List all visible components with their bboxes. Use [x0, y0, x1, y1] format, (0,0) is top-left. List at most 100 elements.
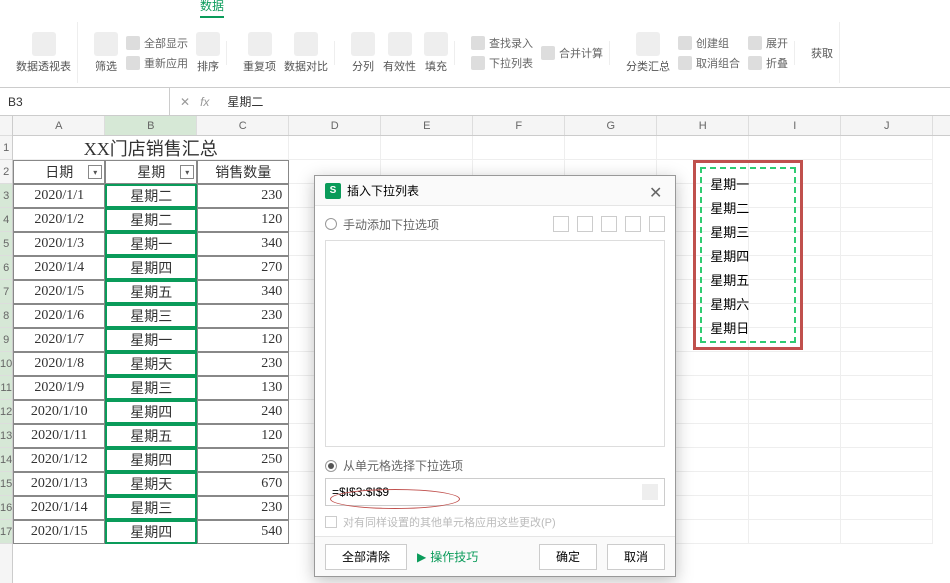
- subtotal-button[interactable]: 分类汇总: [626, 32, 670, 74]
- row-header[interactable]: 4: [0, 208, 12, 232]
- col-header[interactable]: J: [841, 116, 933, 135]
- clear-all-button[interactable]: 全部清除: [325, 544, 407, 570]
- row-header[interactable]: 12: [0, 400, 12, 424]
- source-item[interactable]: 星期六: [704, 291, 792, 315]
- source-item[interactable]: 星期日: [704, 315, 792, 339]
- cancel-icon[interactable]: ✕: [180, 95, 190, 109]
- ribbon-tab-data[interactable]: 数据: [200, 0, 224, 18]
- cell[interactable]: 120: [197, 424, 289, 448]
- cell[interactable]: 星期五: [105, 424, 197, 448]
- row-header[interactable]: 9: [0, 328, 12, 352]
- cell[interactable]: 120: [197, 208, 289, 232]
- cell[interactable]: 星期三: [105, 304, 197, 328]
- cell[interactable]: 2020/1/8: [13, 352, 105, 376]
- col-header[interactable]: B: [105, 116, 197, 135]
- row-header[interactable]: 16: [0, 496, 12, 520]
- validation-button[interactable]: 有效性: [383, 32, 416, 74]
- cell[interactable]: 2020/1/10: [13, 400, 105, 424]
- name-box[interactable]: B3: [0, 88, 170, 115]
- cell[interactable]: 120: [197, 328, 289, 352]
- close-icon[interactable]: ✕: [649, 183, 665, 199]
- cancel-button[interactable]: 取消: [607, 544, 665, 570]
- cell[interactable]: 星期天: [105, 352, 197, 376]
- cell[interactable]: 230: [197, 496, 289, 520]
- cell[interactable]: 240: [197, 400, 289, 424]
- remove-option-icon[interactable]: [577, 216, 593, 232]
- cell[interactable]: 星期四: [105, 256, 197, 280]
- cell[interactable]: 星期四: [105, 400, 197, 424]
- radio-from-range[interactable]: 从单元格选择下拉选项: [325, 457, 665, 474]
- row-header[interactable]: 5: [0, 232, 12, 256]
- ok-button[interactable]: 确定: [539, 544, 597, 570]
- cell[interactable]: 2020/1/5: [13, 280, 105, 304]
- col-header[interactable]: A: [13, 116, 105, 135]
- tips-link[interactable]: ▶操作技巧: [417, 548, 478, 565]
- row-header[interactable]: 11: [0, 376, 12, 400]
- dropdown-button[interactable]: 下拉列表: [471, 55, 533, 71]
- cell[interactable]: 540: [197, 520, 289, 544]
- row-header[interactable]: 7: [0, 280, 12, 304]
- dedup-button[interactable]: 重复项: [243, 32, 276, 74]
- col-header-date[interactable]: 日期▾: [13, 160, 105, 184]
- row-header[interactable]: 6: [0, 256, 12, 280]
- cell[interactable]: 2020/1/2: [13, 208, 105, 232]
- col-header-qty[interactable]: 销售数量: [197, 160, 289, 184]
- edit-option-icon[interactable]: [649, 216, 665, 232]
- compare-button[interactable]: 数据对比: [284, 32, 328, 74]
- cell[interactable]: 340: [197, 232, 289, 256]
- move-down-icon[interactable]: [601, 216, 617, 232]
- consolidate-button[interactable]: 合并计算: [541, 45, 603, 61]
- group-button[interactable]: 创建组: [678, 35, 740, 51]
- col-header[interactable]: G: [565, 116, 657, 135]
- lookup-button[interactable]: 查找录入: [471, 35, 533, 51]
- cell[interactable]: 230: [197, 184, 289, 208]
- cell[interactable]: 2020/1/11: [13, 424, 105, 448]
- cell[interactable]: 230: [197, 304, 289, 328]
- cell[interactable]: 2020/1/6: [13, 304, 105, 328]
- show-all-button[interactable]: 全部显示: [126, 35, 188, 51]
- source-item[interactable]: 星期三: [704, 219, 792, 243]
- source-item[interactable]: 星期四: [704, 243, 792, 267]
- filter-toggle-icon[interactable]: ▾: [88, 165, 102, 179]
- cell[interactable]: 2020/1/14: [13, 496, 105, 520]
- collapse-button[interactable]: 折叠: [748, 55, 788, 71]
- cell[interactable]: 星期二: [105, 208, 197, 232]
- col-header[interactable]: F: [473, 116, 565, 135]
- cell[interactable]: 星期五: [105, 280, 197, 304]
- cell[interactable]: 星期三: [105, 376, 197, 400]
- row-header[interactable]: 15: [0, 472, 12, 496]
- cell[interactable]: 270: [197, 256, 289, 280]
- cell[interactable]: 250: [197, 448, 289, 472]
- cell[interactable]: 2020/1/3: [13, 232, 105, 256]
- cell[interactable]: 2020/1/7: [13, 328, 105, 352]
- cell[interactable]: 130: [197, 376, 289, 400]
- col-header[interactable]: K: [933, 116, 950, 135]
- cell[interactable]: 2020/1/9: [13, 376, 105, 400]
- add-option-icon[interactable]: [553, 216, 569, 232]
- pivot-button[interactable]: 数据透视表: [16, 32, 71, 74]
- cell[interactable]: 340: [197, 280, 289, 304]
- fx-icon[interactable]: fx: [200, 95, 209, 109]
- col-header[interactable]: I: [749, 116, 841, 135]
- split-button[interactable]: 分列: [351, 32, 375, 74]
- col-header[interactable]: C: [197, 116, 289, 135]
- formula-input[interactable]: 星期二: [219, 93, 950, 110]
- row-header[interactable]: 8: [0, 304, 12, 328]
- cell[interactable]: 2020/1/15: [13, 520, 105, 544]
- source-item[interactable]: 星期五: [704, 267, 792, 291]
- cell[interactable]: 星期一: [105, 232, 197, 256]
- range-picker-icon[interactable]: [642, 484, 658, 500]
- import-button[interactable]: 获取: [811, 45, 833, 61]
- move-up-icon[interactable]: [625, 216, 641, 232]
- row-header[interactable]: 3: [0, 184, 12, 208]
- fill-button[interactable]: 填充: [424, 32, 448, 74]
- expand-button[interactable]: 展开: [748, 35, 788, 51]
- row-header[interactable]: 17: [0, 520, 12, 544]
- source-item[interactable]: 星期二: [704, 195, 792, 219]
- cell[interactable]: 星期四: [105, 520, 197, 544]
- row-header[interactable]: 10: [0, 352, 12, 376]
- dropdown-source-range[interactable]: 星期一星期二星期三星期四星期五星期六星期日: [700, 167, 796, 343]
- col-header[interactable]: D: [289, 116, 381, 135]
- cell[interactable]: 2020/1/12: [13, 448, 105, 472]
- cell[interactable]: 670: [197, 472, 289, 496]
